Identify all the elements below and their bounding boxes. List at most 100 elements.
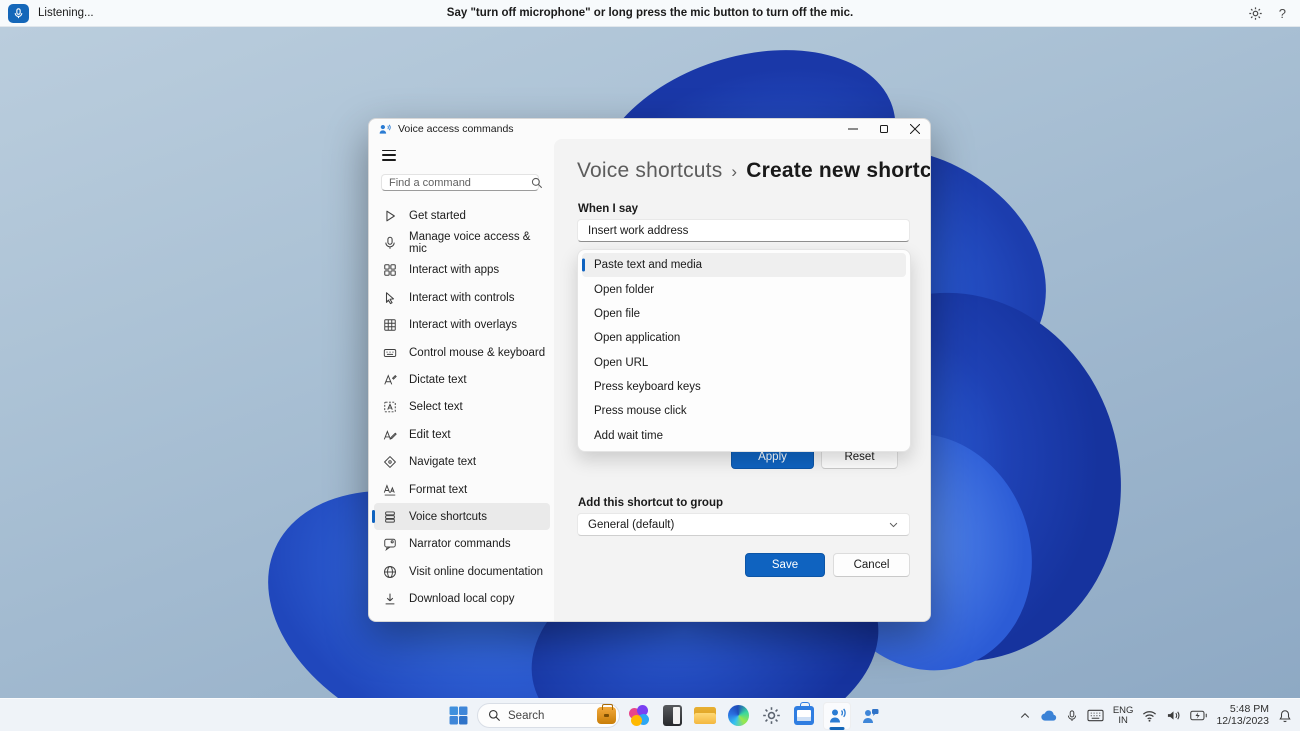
when-i-say-input[interactable]: [577, 219, 910, 242]
format-icon: [382, 482, 398, 498]
close-button[interactable]: [899, 119, 930, 139]
dropdown-item-add-wait-time[interactable]: Add wait time: [582, 424, 906, 448]
taskbar-app-settings[interactable]: [757, 702, 785, 730]
file-explorer-icon: [694, 707, 716, 724]
sidebar-item-interact-with-apps[interactable]: Interact with apps: [374, 257, 550, 284]
sidebar-item-dictate-text[interactable]: Dictate text: [374, 366, 550, 393]
microphone-icon: [14, 7, 23, 18]
dropdown-item-press-keyboard-keys[interactable]: Press keyboard keys: [582, 375, 906, 399]
save-button[interactable]: Save: [745, 553, 825, 577]
maximize-icon: [879, 125, 888, 133]
taskbar-search-input[interactable]: [508, 709, 578, 722]
taskbar-app-feedback-hub[interactable]: [856, 702, 884, 730]
find-command-searchbox[interactable]: [381, 174, 543, 192]
sidebar-item-select-text[interactable]: Select text: [374, 394, 550, 421]
taskbar-app-voice-access[interactable]: [823, 701, 851, 730]
cancel-button[interactable]: Cancel: [833, 553, 910, 577]
sidebar-item-label: Manage voice access & mic: [409, 231, 531, 256]
sidebar-item-label: Voice shortcuts: [409, 510, 487, 523]
sidebar-item-label: Interact with apps: [409, 264, 500, 277]
select-text-icon: [382, 399, 398, 415]
minimize-button[interactable]: [837, 119, 868, 139]
sidebar-item-navigate-text[interactable]: Navigate text: [374, 449, 550, 476]
microphone-button[interactable]: [8, 3, 29, 23]
sidebar-item-format-text[interactable]: Format text: [374, 476, 550, 503]
sidebar-item-manage-voice-access[interactable]: Manage voice access & mic: [374, 230, 550, 257]
maximize-button[interactable]: [868, 119, 899, 139]
sidebar-item-label: Edit text: [409, 428, 451, 441]
notification-bell-icon[interactable]: [1278, 709, 1292, 723]
dropdown-item-press-mouse-click[interactable]: Press mouse click: [582, 399, 906, 423]
action-dropdown-flyout: Paste text and media Open folder Open fi…: [577, 249, 911, 452]
breadcrumb-parent[interactable]: Voice shortcuts: [577, 159, 722, 182]
sidebar-item-narrator-commands[interactable]: Narrator commands: [374, 531, 550, 558]
dropdown-item-open-folder[interactable]: Open folder: [582, 277, 906, 301]
sidebar-item-get-started[interactable]: Get started: [374, 202, 550, 229]
download-icon: [382, 591, 398, 607]
battery-icon[interactable]: [1190, 710, 1208, 721]
sidebar-item-voice-shortcuts[interactable]: Voice shortcuts: [372, 503, 550, 531]
group-combobox-value: General (default): [588, 518, 675, 531]
taskbar-search-box[interactable]: [477, 703, 620, 728]
system-tray: ENG IN 5:48 PM 12/13/2023: [1019, 699, 1292, 731]
chevron-down-icon: [889, 522, 898, 528]
cursor-icon: [382, 290, 398, 306]
dropdown-item-open-file[interactable]: Open file: [582, 302, 906, 326]
feedback-hub-icon: [863, 708, 879, 723]
tray-microphone-icon[interactable]: [1066, 709, 1078, 723]
voice-access-icon: [830, 708, 846, 722]
microsoft-365-icon: [628, 705, 650, 726]
touch-keyboard-icon[interactable]: [1087, 709, 1104, 722]
dropdown-item-open-application[interactable]: Open application: [582, 326, 906, 350]
start-button[interactable]: [444, 702, 472, 730]
sidebar-item-interact-with-overlays[interactable]: Interact with overlays: [374, 312, 550, 339]
taskbar-app-edge[interactable]: [724, 702, 752, 730]
language-indicator[interactable]: ENG IN: [1112, 704, 1134, 726]
taskbar-center: [444, 699, 884, 731]
help-icon[interactable]: ?: [1279, 6, 1286, 21]
group-combobox[interactable]: General (default): [577, 513, 910, 536]
settings-gear-icon[interactable]: [1248, 6, 1263, 21]
taskbar-app-store[interactable]: [790, 702, 818, 730]
language-line2: IN: [1118, 714, 1128, 726]
sidebar-nav: Get started Manage voice access & mic In…: [369, 200, 554, 621]
hamburger-menu-button[interactable]: [377, 147, 407, 163]
language-line1: ENG: [1112, 704, 1134, 716]
find-command-input[interactable]: [389, 176, 531, 189]
sidebar-item-visit-online-documentation[interactable]: Visit online documentation: [374, 558, 550, 585]
overlay-grid-icon: [382, 317, 398, 333]
clock-date: 12/13/2023: [1216, 714, 1269, 727]
keyboard-mouse-icon: [382, 345, 398, 361]
wifi-icon[interactable]: [1142, 710, 1157, 722]
window-titlebar[interactable]: Voice access commands: [369, 119, 930, 139]
sidebar-item-control-mouse-keyboard[interactable]: Control mouse & keyboard: [374, 339, 550, 366]
taskbar-app-notepad[interactable]: [658, 702, 686, 730]
taskbar-app-file-explorer[interactable]: [691, 702, 719, 730]
taskbar: ENG IN 5:48 PM 12/13/2023: [0, 698, 1300, 731]
search-icon: [488, 709, 501, 722]
notepad-icon: [662, 705, 682, 726]
dropdown-item-paste-text-and-media[interactable]: Paste text and media: [582, 253, 906, 278]
group-label: Add this shortcut to group: [578, 497, 724, 509]
onedrive-cloud-icon[interactable]: [1040, 709, 1057, 722]
breadcrumb-chevron-icon: ›: [731, 162, 738, 181]
taskbar-app-microsoft-365[interactable]: [625, 702, 653, 730]
voice-access-bar: Listening... Say "turn off microphone" o…: [0, 0, 1300, 27]
taskbar-clock[interactable]: 5:48 PM 12/13/2023: [1216, 703, 1269, 727]
content-panel: Voice shortcuts › Create new shortcut When…: [554, 139, 930, 621]
tray-chevron-up-icon[interactable]: [1019, 710, 1031, 722]
edit-text-icon: [382, 427, 398, 443]
search-highlight-icon: [597, 704, 616, 724]
sidebar-item-interact-with-controls[interactable]: Interact with controls: [374, 284, 550, 311]
microsoft-store-icon: [794, 702, 814, 725]
search-icon: [531, 177, 543, 188]
dictate-icon: [382, 372, 398, 388]
sidebar-item-label: Download local copy: [409, 593, 515, 606]
play-icon: [382, 208, 398, 224]
sidebar-item-download-local-copy[interactable]: Download local copy: [374, 586, 550, 613]
windows-logo-icon: [449, 706, 467, 725]
volume-icon[interactable]: [1166, 709, 1181, 722]
dropdown-item-open-url[interactable]: Open URL: [582, 351, 906, 375]
sidebar-item-edit-text[interactable]: Edit text: [374, 421, 550, 448]
sidebar-item-label: Get started: [409, 209, 466, 222]
